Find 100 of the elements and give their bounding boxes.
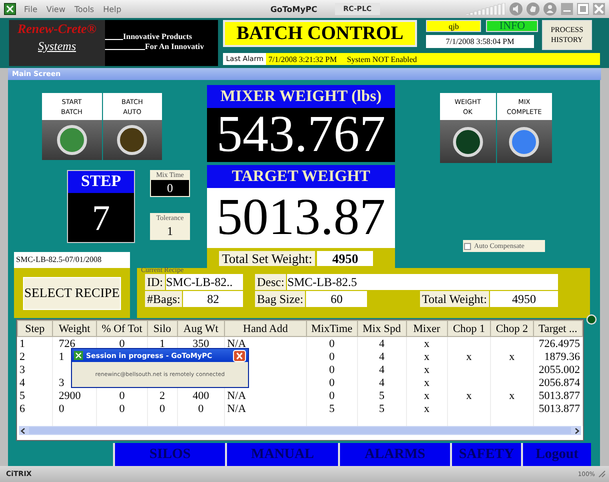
- maximize-icon[interactable]: [577, 3, 589, 15]
- column-header[interactable]: Mixer: [406, 320, 448, 336]
- resize-grip-icon[interactable]: [598, 470, 606, 478]
- table-cell: 0: [160, 402, 166, 414]
- column-header[interactable]: Weight: [52, 320, 97, 336]
- table-cell: 2900: [58, 390, 81, 402]
- app-icon[interactable]: [4, 3, 16, 15]
- app-icon: [74, 351, 83, 360]
- table-cell: 726.4975: [538, 338, 580, 350]
- table-cell: 3: [58, 376, 64, 388]
- table-cell: x: [509, 390, 515, 402]
- field-label: Desc:: [255, 274, 286, 290]
- recipe-description-field: SMC-LB-82.5: [287, 274, 558, 290]
- step-value: 7: [68, 193, 134, 242]
- bag-size-field: 60: [306, 291, 367, 307]
- minimize-icon[interactable]: [561, 3, 573, 15]
- table-cell: 3: [20, 364, 25, 376]
- column-header[interactable]: % Of Tot: [96, 320, 148, 336]
- table-cell: 1: [58, 350, 64, 362]
- table-cell: N/A: [227, 338, 246, 350]
- table-cell: x: [424, 350, 430, 362]
- info-button[interactable]: INFO: [486, 20, 538, 32]
- tagline-text: For An Innovativ: [145, 42, 204, 51]
- table-cell: 5: [378, 390, 384, 402]
- table-cell: 5: [329, 402, 335, 414]
- table-cell: 0: [58, 402, 64, 414]
- column-header[interactable]: Hand Add: [224, 320, 306, 336]
- table-cell: N/A: [227, 402, 246, 414]
- table-cell: 2: [20, 350, 25, 362]
- column-header[interactable]: Mix Spd: [357, 320, 406, 336]
- table-cell: 6: [20, 402, 25, 414]
- menu-item[interactable]: File: [24, 4, 38, 14]
- target-weight-label: TARGET WEIGHT: [207, 165, 395, 188]
- table-cell: 1: [160, 338, 166, 350]
- brand-logo: GoToMyPC: [270, 4, 318, 14]
- table-cell: 0: [119, 338, 125, 350]
- alarm-message: System NOT Enabled: [346, 54, 417, 64]
- table-cell: x: [509, 350, 515, 362]
- scroll-left-icon[interactable]: [19, 426, 27, 434]
- step-label: STEP: [68, 171, 134, 193]
- column-header[interactable]: Chop 2: [490, 320, 534, 336]
- table-cell: 5013.877: [538, 390, 580, 402]
- mixer-weight-value: 543.767: [207, 108, 395, 162]
- logo-name: Renew-Crete®: [17, 21, 97, 37]
- logo-subtitle: Systems: [38, 39, 76, 54]
- table-cell: x: [424, 338, 430, 350]
- table-cell: 5: [378, 402, 384, 414]
- table-cell: 4: [378, 364, 384, 376]
- column-header[interactable]: Target ...: [533, 320, 582, 336]
- close-icon[interactable]: [593, 3, 605, 15]
- person-icon[interactable]: [543, 2, 557, 16]
- screen-title: BATCH CONTROL: [223, 20, 417, 47]
- table-cell: 0: [329, 390, 335, 402]
- table-cell: 0: [329, 364, 335, 376]
- table-cell: 4: [378, 350, 384, 362]
- select-recipe-button[interactable]: SELECT RECIPE: [23, 276, 121, 310]
- menu-item[interactable]: Help: [103, 4, 122, 14]
- table-cell: 1879.36: [544, 350, 580, 362]
- total-set-weight-label: Total Set Weight:: [219, 250, 316, 266]
- table-cell: 1: [20, 338, 25, 350]
- column-header[interactable]: Step: [18, 320, 52, 336]
- tagline-text: Innovative Products: [123, 32, 192, 41]
- menu-item[interactable]: Tools: [74, 4, 94, 14]
- field-label: ID:: [145, 274, 165, 290]
- close-icon[interactable]: [233, 350, 246, 362]
- column-header[interactable]: Silo: [147, 320, 178, 336]
- column-header[interactable]: Chop 1: [447, 320, 491, 336]
- user-name: qjb: [426, 20, 482, 32]
- field-label: #Bags:: [145, 291, 182, 307]
- table-cell: 4: [20, 376, 25, 388]
- table-cell: x: [466, 390, 472, 402]
- scroll-right-icon[interactable]: [573, 426, 581, 434]
- table-cell: 350: [192, 338, 210, 350]
- status-indicator-icon: [586, 314, 597, 325]
- table-cell: x: [424, 390, 430, 402]
- mixer-weight-label: MIXER WEIGHT (lbs): [207, 85, 395, 108]
- table-cell: x: [424, 402, 430, 414]
- table-cell: 5: [20, 390, 25, 402]
- table-cell: 400: [192, 390, 210, 402]
- mix-time-value: 0: [151, 180, 189, 196]
- table-cell: N/A: [227, 390, 246, 402]
- menu-item[interactable]: View: [46, 4, 66, 14]
- table-cell: 0: [329, 350, 335, 362]
- target-weight-value: 5013.87: [207, 188, 395, 248]
- table-cell: x: [466, 350, 472, 362]
- table-cell: 0: [329, 338, 335, 350]
- column-header[interactable]: Aug Wt: [177, 320, 225, 336]
- volume-level-icon[interactable]: [466, 3, 506, 15]
- table-cell: 0: [329, 376, 335, 388]
- horizontal-scrollbar[interactable]: [19, 426, 581, 435]
- date-time: 7/1/2008 3:58:04 PM: [426, 35, 534, 48]
- recipe-id-field: SMC-LB-82..: [166, 274, 243, 290]
- field-label: Bag Size:: [255, 291, 306, 307]
- table-cell: 0: [198, 402, 204, 414]
- speaker-icon[interactable]: [509, 2, 523, 16]
- recipe-name: SMC-LB-82.5-07/01/2008: [14, 252, 130, 268]
- column-header[interactable]: MixTime: [306, 320, 358, 336]
- bags-field: 82: [183, 291, 243, 307]
- table-cell: 2055.002: [538, 364, 580, 376]
- table-cell: x: [424, 364, 430, 376]
